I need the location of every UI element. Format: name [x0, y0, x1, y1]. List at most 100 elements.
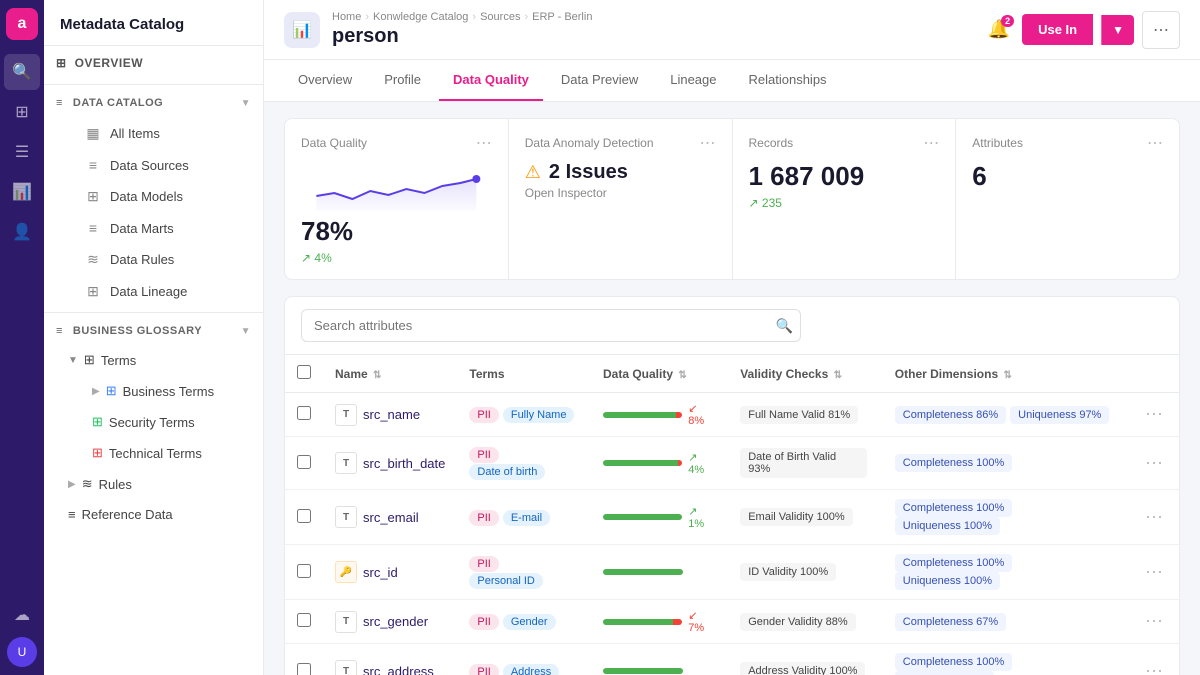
tab-relationships[interactable]: Relationships [735, 60, 841, 101]
tab-data-quality[interactable]: Data Quality [439, 60, 543, 101]
cloud-rail-icon[interactable]: ☁ [4, 597, 40, 633]
sidebar-section-data-catalog[interactable]: ≡ DATA CATALOG ▼ [44, 89, 263, 117]
quality-value: 78% [301, 216, 492, 247]
row-more-button[interactable]: ⋯ [1141, 661, 1167, 675]
name-cell: T src_address [323, 644, 457, 675]
table-section: 🔍 Name ⇅ Terms Data Quality ⇅ [284, 296, 1180, 675]
row-checkbox-3[interactable] [297, 564, 311, 578]
sidebar-item-terms[interactable]: ▼ ⊞ Terms [48, 346, 259, 374]
header-actions: 🔔 2 Use In ▼ ⋯ [984, 11, 1180, 49]
all-items-icon: ▦ [84, 125, 102, 142]
validity-cell: Date of Birth Valid 93% [728, 437, 883, 490]
breadcrumb-sources[interactable]: Sources [480, 11, 520, 23]
terms-cell: PIIPersonal ID [457, 545, 591, 600]
field-name: src_name [363, 407, 420, 422]
select-all-col [285, 355, 323, 393]
dq-trend: ↗ 4% [688, 451, 716, 476]
anomaly-menu-icon[interactable]: ⋯ [700, 133, 716, 153]
sidebar-item-data-marts[interactable]: ≡ Data Marts [68, 213, 259, 243]
validity-sort-icon[interactable]: ⇅ [834, 370, 842, 381]
rules-expand-icon: ▶ [68, 479, 76, 490]
sidebar-item-business-terms[interactable]: ▶ ⊞ Business Terms [48, 376, 259, 406]
dq-bad-bar [676, 412, 682, 418]
data-lineage-label: Data Lineage [110, 284, 187, 299]
sidebar-item-data-models[interactable]: ⊞ Data Models [68, 181, 259, 212]
use-in-button[interactable]: Use In [1022, 14, 1093, 45]
row-checkbox-4[interactable] [297, 613, 311, 627]
records-menu-icon[interactable]: ⋯ [923, 133, 939, 153]
row-more-button[interactable]: ⋯ [1141, 404, 1167, 424]
row-more-button[interactable]: ⋯ [1141, 611, 1167, 631]
sidebar-item-data-sources[interactable]: ≡ Data Sources [68, 150, 259, 180]
type-icon: T [335, 452, 357, 474]
tab-overview[interactable]: Overview [284, 60, 366, 101]
data-lineage-icon: ⊞ [84, 283, 102, 300]
users-rail-icon[interactable]: 👤 [4, 214, 40, 250]
open-inspector-link[interactable]: Open Inspector [525, 186, 716, 200]
sidebar-item-data-lineage[interactable]: ⊞ Data Lineage [68, 276, 259, 307]
avatar-rail[interactable]: U [7, 637, 37, 667]
tab-lineage[interactable]: Lineage [656, 60, 730, 101]
sidebar-item-data-rules[interactable]: ≋ Data Rules [68, 244, 259, 275]
data-marts-label: Data Marts [110, 221, 174, 236]
dimensions-sort-icon[interactable]: ⇅ [1003, 370, 1011, 381]
header-info: Home › Konwledge Catalog › Sources › ERP… [332, 11, 972, 48]
tab-profile[interactable]: Profile [370, 60, 435, 101]
main-content: 📊 Home › Konwledge Catalog › Sources › E… [264, 0, 1200, 675]
row-checkbox-2[interactable] [297, 509, 311, 523]
chart-rail-icon[interactable]: 📊 [4, 174, 40, 210]
use-in-dropdown-button[interactable]: ▼ [1101, 15, 1134, 45]
row-more-button[interactable]: ⋯ [1141, 507, 1167, 527]
search-rail-icon[interactable]: 🔍 [4, 54, 40, 90]
tag-pii: PII [469, 447, 498, 463]
business-terms-icon: ⊞ [106, 383, 117, 399]
sidebar-item-all-items[interactable]: ▦ All Items [68, 118, 259, 149]
more-options-button[interactable]: ⋯ [1142, 11, 1180, 49]
row-checkbox-0[interactable] [297, 406, 311, 420]
table-row: T src_name PIIFully Name ↙ 8% Full Name … [285, 393, 1179, 437]
name-sort-icon[interactable]: ⇅ [373, 370, 381, 381]
row-more-button[interactable]: ⋯ [1141, 453, 1167, 473]
stat-card-records: Records ⋯ 1 687 009 ↗ 235 [733, 119, 956, 279]
security-terms-label: Security Terms [109, 415, 195, 430]
select-all-checkbox[interactable] [297, 365, 311, 379]
row-more-button[interactable]: ⋯ [1141, 562, 1167, 582]
tag-address: Address [503, 664, 559, 675]
terms-sub-items: ▶ ⊞ Business Terms ⊞ Security Terms ⊞ Te… [44, 375, 263, 469]
sidebar-section-business-glossary[interactable]: ≡ BUSINESS GLOSSARY ▼ [44, 317, 263, 345]
row-checkbox-5[interactable] [297, 663, 311, 675]
tab-data-preview[interactable]: Data Preview [547, 60, 652, 101]
rules-label: Rules [99, 477, 132, 492]
search-input[interactable] [301, 309, 801, 342]
notifications-button[interactable]: 🔔 2 [984, 15, 1014, 44]
quality-menu-icon[interactable]: ⋯ [476, 133, 492, 153]
sidebar: Metadata Catalog ⊞ OVERVIEW ≡ DATA CATAL… [44, 0, 264, 675]
dq-sort-icon[interactable]: ⇅ [678, 370, 686, 381]
grid-rail-icon[interactable]: ⊞ [4, 94, 40, 130]
row-checkbox-1[interactable] [297, 455, 311, 469]
validity-cell: Email Validity 100% [728, 490, 883, 545]
breadcrumb-catalog[interactable]: Konwledge Catalog [373, 11, 468, 23]
name-cell: T src_gender [323, 600, 457, 644]
tag-pii: PII [469, 407, 498, 423]
sidebar-item-reference-data[interactable]: ≡ Reference Data [48, 500, 259, 529]
technical-terms-icon: ⊞ [92, 445, 103, 461]
top-header: 📊 Home › Konwledge Catalog › Sources › E… [264, 0, 1200, 60]
breadcrumb-erp[interactable]: ERP - Berlin [532, 11, 592, 23]
tag-pii: PII [469, 556, 498, 572]
sidebar-item-overview[interactable]: ⊞ OVERVIEW [44, 46, 263, 80]
type-icon: T [335, 506, 357, 528]
sidebar-item-technical-terms[interactable]: ⊞ Technical Terms [48, 438, 259, 468]
sidebar-item-security-terms[interactable]: ⊞ Security Terms [48, 407, 259, 437]
dimensions-cell: Completeness 100%Uniqueness 100% [883, 490, 1129, 545]
breadcrumb-home[interactable]: Home [332, 11, 361, 23]
th-data-quality: Data Quality ⇅ [591, 355, 728, 393]
list-rail-icon[interactable]: ☰ [4, 134, 40, 170]
dimension-chip: Uniqueness 97% [1010, 406, 1109, 424]
search-button[interactable]: 🔍 [776, 317, 793, 334]
app-logo[interactable]: a [6, 8, 38, 40]
attributes-menu-icon[interactable]: ⋯ [1147, 133, 1163, 153]
stat-card-anomaly: Data Anomaly Detection ⋯ ⚠ 2 Issues Open… [509, 119, 732, 279]
sidebar-item-rules[interactable]: ▶ ≋ Rules [48, 470, 259, 498]
dq-bad-bar [682, 514, 683, 520]
